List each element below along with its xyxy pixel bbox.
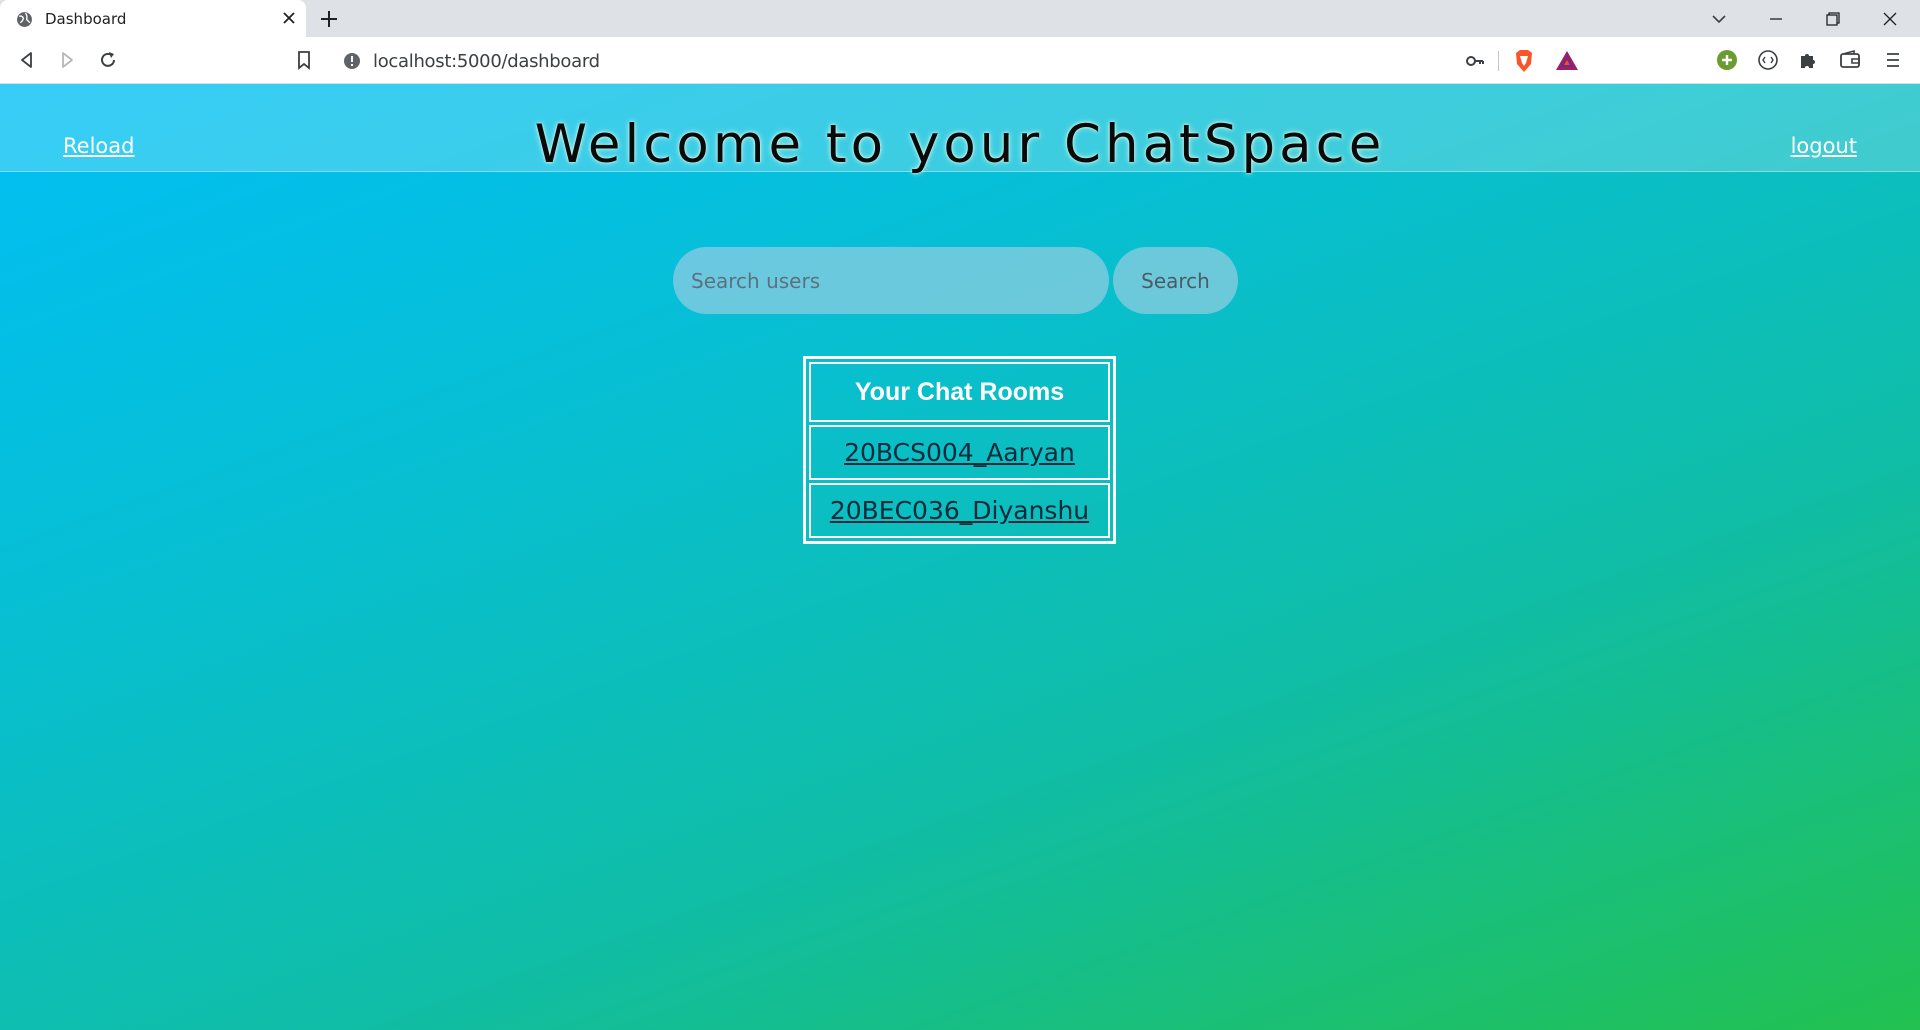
table-cell: 20BEC036_Diyanshu <box>809 483 1110 538</box>
minimize-icon[interactable] <box>1763 6 1789 32</box>
chat-room-link[interactable]: 20BEC036_Diyanshu <box>830 496 1089 525</box>
brave-shields-icon[interactable] <box>1513 49 1535 73</box>
restore-icon[interactable] <box>1820 6 1846 32</box>
chat-room-link[interactable]: 20BCS004_Aaryan <box>844 438 1075 467</box>
table-row: 20BEC036_Diyanshu <box>809 483 1110 538</box>
browser-tab-strip: Dashboard <box>0 0 1920 37</box>
wallet-icon[interactable] <box>1839 49 1861 71</box>
address-bar-divider <box>1498 51 1499 71</box>
add-extension-icon[interactable] <box>1716 49 1738 71</box>
close-tab-icon[interactable] <box>281 10 297 26</box>
dashboard-page: Reload Welcome to your ChatSpace logout … <box>0 84 1920 1030</box>
tab-search-chevron-icon[interactable] <box>1706 6 1732 32</box>
close-window-icon[interactable] <box>1877 6 1903 32</box>
logout-link[interactable]: logout <box>1791 134 1857 158</box>
rewards-triangle-icon[interactable] <box>1555 49 1579 71</box>
script-extension-icon[interactable] <box>1757 49 1779 71</box>
back-icon[interactable] <box>16 49 38 71</box>
chat-rooms-table: Your Chat Rooms 20BCS004_Aaryan 20BEC036… <box>803 356 1116 544</box>
browser-toolbar: localhost:5000/dashboard <box>0 37 1920 84</box>
forward-icon[interactable] <box>56 49 78 71</box>
bookmark-icon[interactable] <box>293 49 315 71</box>
search-users-input[interactable] <box>673 247 1109 314</box>
url-text: localhost:5000/dashboard <box>373 51 600 72</box>
chat-rooms-heading: Your Chat Rooms <box>809 362 1110 422</box>
menu-icon[interactable] <box>1882 49 1904 71</box>
globe-icon <box>17 12 32 27</box>
page-title: Welcome to your ChatSpace <box>534 114 1386 175</box>
extensions-puzzle-icon[interactable] <box>1797 49 1819 71</box>
tab-title: Dashboard <box>45 10 127 28</box>
key-icon[interactable] <box>1465 51 1485 71</box>
address-bar[interactable]: localhost:5000/dashboard <box>331 42 1589 79</box>
browser-tab[interactable]: Dashboard <box>0 0 306 37</box>
search-button[interactable]: Search <box>1113 247 1238 314</box>
reload-page-icon[interactable] <box>97 49 119 71</box>
new-tab-icon[interactable] <box>318 8 340 30</box>
table-row: 20BCS004_Aaryan <box>809 425 1110 480</box>
table-cell: 20BCS004_Aaryan <box>809 425 1110 480</box>
site-info-icon[interactable] <box>343 52 361 70</box>
